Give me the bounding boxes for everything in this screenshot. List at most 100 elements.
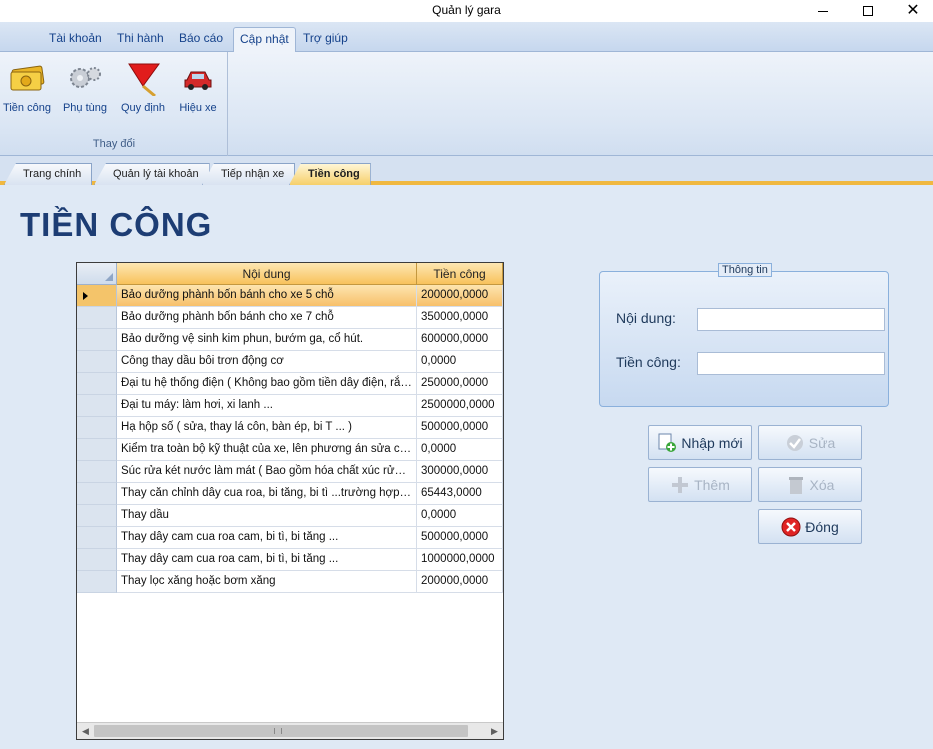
doc-tab-home[interactable]: Trang chính	[4, 163, 93, 185]
cell-content[interactable]: Bảo dưỡng phành bốn bánh cho xe 7 chỗ	[117, 307, 417, 329]
content-input[interactable]	[697, 308, 885, 331]
cell-fee[interactable]: 500000,0000	[417, 527, 503, 549]
car-icon	[184, 71, 212, 90]
ribbon-tab-account[interactable]: Tài khoản	[43, 27, 108, 49]
title-bar: Quản lý gara ✕	[0, 0, 933, 22]
cell-fee[interactable]: 65443,0000	[417, 483, 503, 505]
cell-fee[interactable]: 0,0000	[417, 439, 503, 461]
row-header[interactable]	[77, 329, 117, 351]
cell-fee[interactable]: 300000,0000	[417, 461, 503, 483]
cell-fee[interactable]: 200000,0000	[417, 571, 503, 593]
new-entry-button[interactable]: Nhập mới	[648, 425, 752, 460]
ribbon-tab-execute[interactable]: Thi hành	[111, 27, 170, 49]
ribbon-group-change: Tiền công Phụ tùng Quy định Hiệu xe Thay…	[0, 52, 228, 156]
ribbon-button-parts[interactable]: Phụ tùng	[58, 60, 112, 130]
row-header[interactable]	[77, 417, 117, 439]
cell-fee[interactable]: 0,0000	[417, 351, 503, 373]
new-document-icon	[658, 433, 677, 452]
ribbon-tab-help[interactable]: Trợ giúp	[297, 27, 354, 49]
row-header[interactable]	[77, 505, 117, 527]
ribbon-button-car-brand[interactable]: Hiệu xe	[174, 60, 222, 130]
table-row[interactable]: Hạ hộp số ( sửa, thay lá côn, bàn ép, bi…	[77, 417, 503, 439]
table-row[interactable]: Công thay dầu bôi trơn động cơ 0,0000	[77, 351, 503, 373]
cell-content[interactable]: Đại tu hệ thống điện ( Không bao gồm tiề…	[117, 373, 417, 395]
cell-content[interactable]: Thay dây cam cua roa cam, bi tì, bi tăng…	[117, 527, 417, 549]
cell-content[interactable]: Thay lọc xăng hoặc bơm xăng	[117, 571, 417, 593]
row-header[interactable]	[77, 395, 117, 417]
page-title: TIỀN CÔNG	[20, 206, 213, 243]
check-icon	[786, 434, 803, 451]
row-header[interactable]	[77, 571, 117, 593]
row-header[interactable]	[77, 285, 117, 307]
row-header[interactable]	[77, 461, 117, 483]
table-row[interactable]: Kiểm tra toàn bộ kỹ thuật của xe, lên ph…	[77, 439, 503, 461]
doc-tab-account-management[interactable]: Quản lý tài khoản	[94, 163, 210, 185]
cell-fee[interactable]: 2500000,0000	[417, 395, 503, 417]
info-legend: Thông tin	[718, 263, 772, 277]
cell-content[interactable]: Thay căn chỉnh dây cua roa, bi tăng, bi …	[117, 483, 417, 505]
row-header[interactable]	[77, 373, 117, 395]
doc-tab-vehicle-reception[interactable]: Tiếp nhận xe	[202, 163, 296, 185]
cell-content[interactable]: Công thay dầu bôi trơn động cơ	[117, 351, 417, 373]
ribbon-tab-update[interactable]: Cập nhật	[233, 27, 296, 52]
row-header[interactable]	[77, 307, 117, 329]
close-circle-icon	[781, 517, 801, 536]
ribbon-tab-reports[interactable]: Báo cáo	[173, 27, 229, 49]
close-form-button[interactable]: Đóng	[758, 509, 862, 544]
row-header[interactable]	[77, 439, 117, 461]
cell-content[interactable]: Súc rửa két nước làm mát ( Bao gồm hóa c…	[117, 461, 417, 483]
column-header-content[interactable]: Nội dung	[117, 263, 417, 285]
cell-content[interactable]: Thay dây cam cua roa cam, bi tì, bi tăng…	[117, 549, 417, 571]
table-row[interactable]: Bảo dưỡng phành bốn bánh cho xe 5 chỗ 200…	[77, 285, 503, 307]
close-window-button[interactable]: ✕	[890, 0, 933, 22]
fee-input[interactable]	[697, 352, 885, 375]
row-header[interactable]	[77, 351, 117, 373]
cell-fee[interactable]: 250000,0000	[417, 373, 503, 395]
table-row[interactable]: Thay dây cam cua roa cam, bi tì, bi tăng…	[77, 527, 503, 549]
table-row[interactable]: Thay căn chỉnh dây cua roa, bi tăng, bi …	[77, 483, 503, 505]
doc-tab-labor-fee[interactable]: Tiền công	[289, 163, 371, 185]
cell-fee[interactable]: 200000,0000	[417, 285, 503, 307]
table-row[interactable]: Bảo dưỡng phành bốn bánh cho xe 7 chỗ 350…	[77, 307, 503, 329]
delete-label: Xóa	[809, 476, 835, 493]
cell-content[interactable]: Bảo dưỡng vệ sinh kim phun, bướm ga, cổ …	[117, 329, 417, 351]
cell-fee[interactable]: 500000,0000	[417, 417, 503, 439]
row-header[interactable]	[77, 527, 117, 549]
minimize-button[interactable]	[800, 0, 846, 22]
add-button[interactable]: Thêm	[648, 467, 752, 502]
scroll-left-icon[interactable]: ◀	[77, 723, 94, 739]
ribbon-button-labor-fee[interactable]: Tiền công	[0, 60, 54, 130]
ribbon-button-rules[interactable]: Quy định	[114, 60, 172, 130]
scroll-right-icon[interactable]: ▶	[486, 723, 503, 739]
cell-content[interactable]: Thay dầu	[117, 505, 417, 527]
table-row[interactable]: Thay dây cam cua roa cam, bi tì, bi tăng…	[77, 549, 503, 571]
grid-corner[interactable]	[77, 263, 117, 285]
row-header[interactable]	[77, 483, 117, 505]
grid-body: Bảo dưỡng phành bốn bánh cho xe 5 chỗ 200…	[77, 285, 503, 593]
column-header-fee[interactable]: Tiền công	[417, 263, 503, 285]
edit-label: Sửa	[808, 434, 836, 451]
table-row[interactable]: Súc rửa két nước làm mát ( Bao gồm hóa c…	[77, 461, 503, 483]
table-row[interactable]: Đại tu hệ thống điện ( Không bao gồm tiề…	[77, 373, 503, 395]
close-icon: ✕	[906, 2, 920, 19]
edit-button[interactable]: Sửa	[758, 425, 862, 460]
scroll-thumb[interactable]	[94, 725, 468, 737]
cell-fee[interactable]: 0,0000	[417, 505, 503, 527]
cell-content[interactable]: Hạ hộp số ( sửa, thay lá côn, bàn ép, bi…	[117, 417, 417, 439]
table-row[interactable]: Thay dầu 0,0000	[77, 505, 503, 527]
row-header[interactable]	[77, 549, 117, 571]
trash-icon	[788, 476, 803, 494]
horizontal-scrollbar[interactable]: ◀ ▶	[77, 722, 503, 739]
cell-fee[interactable]: 1000000,0000	[417, 549, 503, 571]
maximize-button[interactable]	[845, 0, 891, 22]
labor-fee-grid[interactable]: Nội dung Tiền công Bảo dưỡng phành bốn b…	[76, 262, 504, 740]
cell-fee[interactable]: 600000,0000	[417, 329, 503, 351]
cell-content[interactable]: Bảo dưỡng phành bốn bánh cho xe 5 chỗ	[117, 285, 417, 307]
table-row[interactable]: Bảo dưỡng vệ sinh kim phun, bướm ga, cổ …	[77, 329, 503, 351]
table-row[interactable]: Thay lọc xăng hoặc bơm xăng 200000,0000	[77, 571, 503, 593]
cell-fee[interactable]: 350000,0000	[417, 307, 503, 329]
cell-content[interactable]: Kiểm tra toàn bộ kỹ thuật của xe, lên ph…	[117, 439, 417, 461]
delete-button[interactable]: Xóa	[758, 467, 862, 502]
table-row[interactable]: Đại tu máy: làm hơi, xi lanh ... 2500000,…	[77, 395, 503, 417]
cell-content[interactable]: Đại tu máy: làm hơi, xi lanh ...	[117, 395, 417, 417]
